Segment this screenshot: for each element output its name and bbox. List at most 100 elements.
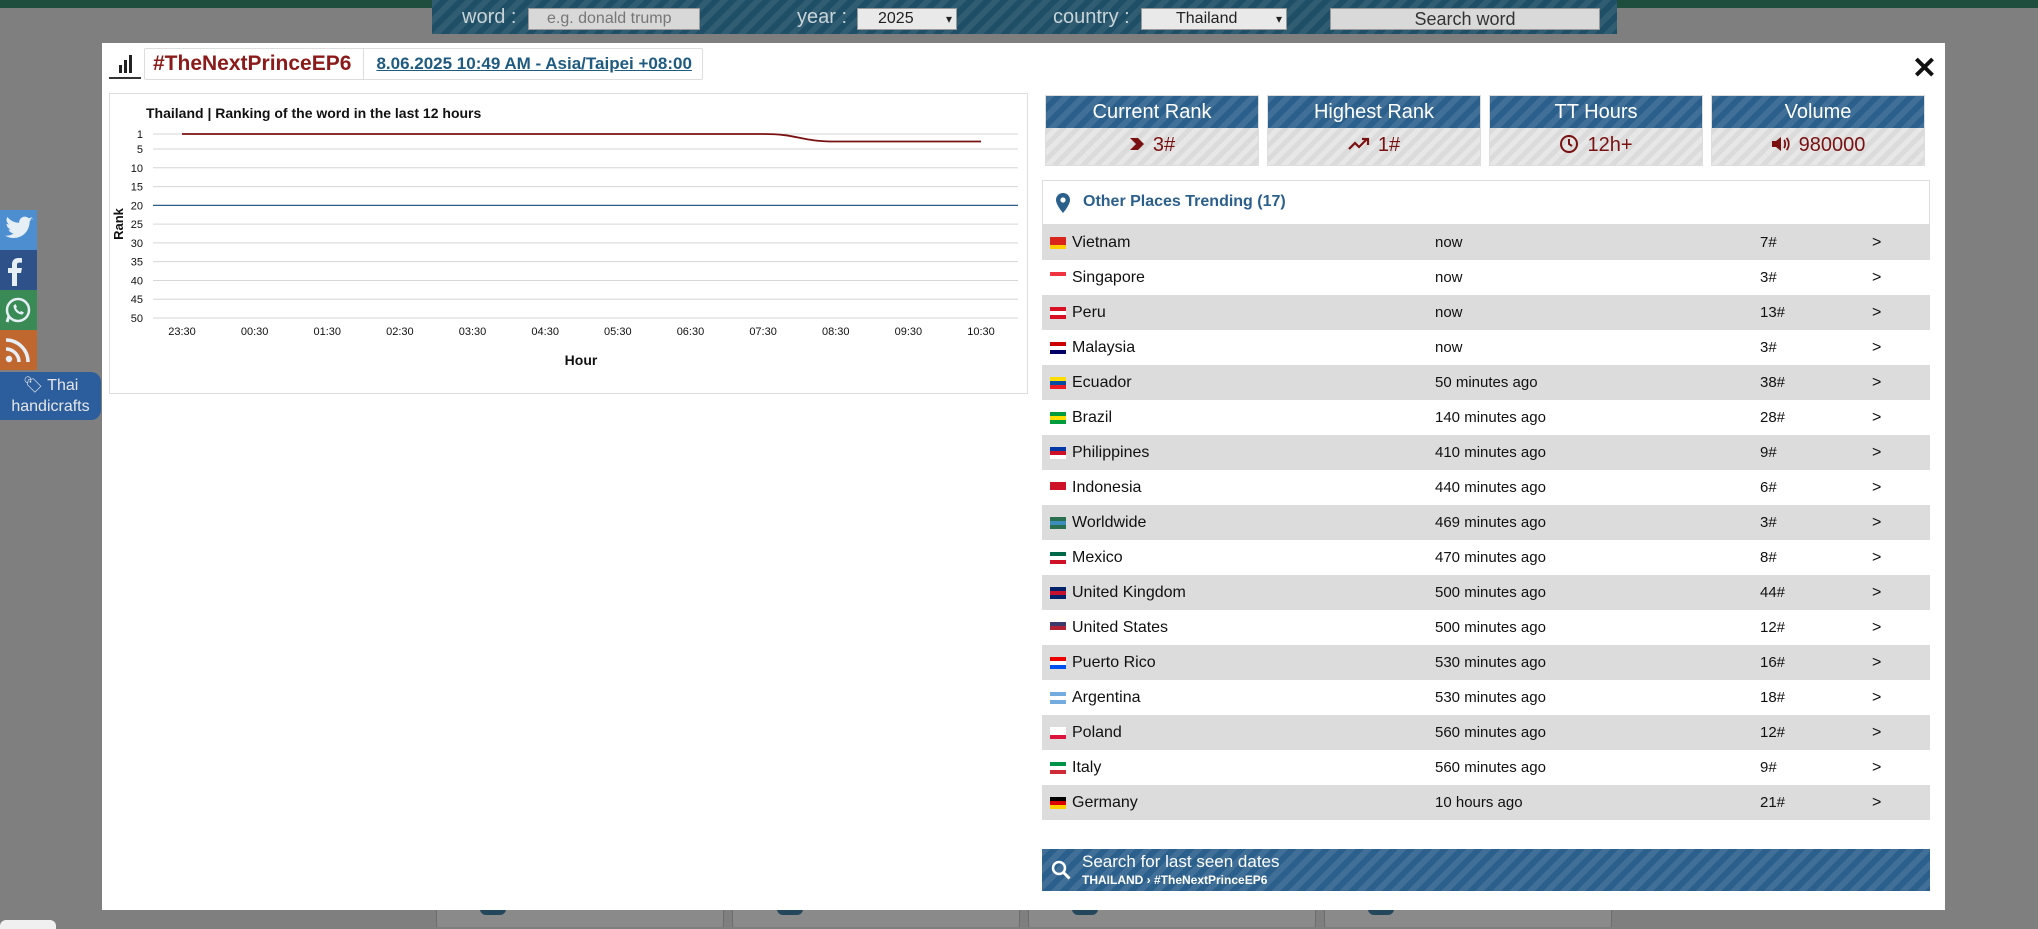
flag-icon [1050, 482, 1066, 494]
rank-value: 7# [1760, 234, 1777, 251]
stat-value-box: 12h+ [1490, 128, 1702, 165]
list-item[interactable]: United Kingdom 500 minutes ago 44# > [1042, 575, 1930, 610]
go-arrow[interactable]: > [1872, 645, 1881, 680]
country-name: United States [1072, 619, 1169, 636]
list-item[interactable]: Worldwide 469 minutes ago 3# > [1042, 505, 1930, 540]
list-item[interactable]: Poland 560 minutes ago 12# > [1042, 715, 1930, 750]
chart-tab[interactable] [109, 49, 141, 79]
facebook-icon [8, 258, 22, 286]
breadcrumb: THAILAND › #TheNextPrinceEP6 [1082, 873, 1268, 887]
country-select[interactable]: Thailand ▾ [1141, 8, 1287, 30]
date-link[interactable]: 8.06.2025 10:49 AM - Asia/Taipei +08:00 [376, 54, 691, 74]
search-last-seen-button[interactable]: Search for last seen dates THAILAND › #T… [1042, 849, 1930, 891]
stat-value-box: 3# [1046, 128, 1258, 165]
y-tick-label: 50 [131, 313, 143, 325]
go-arrow[interactable]: > [1872, 225, 1881, 260]
go-arrow[interactable]: > [1872, 750, 1881, 785]
go-arrow[interactable]: > [1872, 540, 1881, 575]
go-arrow[interactable]: > [1872, 505, 1881, 540]
go-arrow[interactable]: > [1872, 330, 1881, 365]
last-seen-time: 560 minutes ago [1435, 759, 1546, 776]
country-name: Philippines [1072, 444, 1150, 461]
list-item[interactable]: Philippines 410 minutes ago 9# > [1042, 435, 1930, 470]
go-arrow[interactable]: > [1872, 610, 1881, 645]
chevron-down-icon: ▾ [1275, 12, 1282, 26]
chart-title: Thailand | Ranking of the word in the la… [146, 105, 481, 121]
year-select[interactable]: 2025 ▾ [857, 8, 957, 30]
list-item[interactable]: Indonesia 440 minutes ago 6# > [1042, 470, 1930, 505]
list-item[interactable]: Brazil 140 minutes ago 28# > [1042, 400, 1930, 435]
list-item[interactable]: Mexico 470 minutes ago 8# > [1042, 540, 1930, 575]
twitter-button[interactable] [0, 210, 37, 250]
y-tick-label: 35 [131, 257, 143, 269]
rank-value: 12# [1760, 619, 1786, 636]
go-arrow[interactable]: > [1872, 715, 1881, 750]
x-tick-label: 06:30 [677, 326, 705, 338]
flag-icon [1050, 342, 1066, 354]
last-seen-time: 410 minutes ago [1435, 444, 1546, 461]
country-name: Germany [1072, 794, 1138, 811]
corner-widget [0, 920, 56, 929]
x-tick-label: 05:30 [604, 326, 632, 338]
flag-icon [1050, 517, 1066, 529]
stat-value-box: 980000 [1712, 128, 1924, 165]
last-seen-time: now [1435, 339, 1463, 356]
list-item[interactable]: United States 500 minutes ago 12# > [1042, 610, 1930, 645]
divider [363, 49, 365, 79]
stat-current-rank: Current Rank 3# [1045, 95, 1259, 166]
country-name: Poland [1072, 724, 1122, 741]
y-tick-label: 5 [137, 144, 143, 156]
search-word-button[interactable]: Search word [1330, 8, 1600, 30]
word-input[interactable]: e.g. donald trump [528, 8, 700, 30]
rank-value: 44# [1760, 584, 1786, 601]
flag-icon [1050, 307, 1066, 319]
list-item[interactable]: Puerto Rico 530 minutes ago 16# > [1042, 645, 1930, 680]
flag-icon [1050, 412, 1066, 424]
last-seen-time: 500 minutes ago [1435, 584, 1546, 601]
go-arrow[interactable]: > [1872, 785, 1881, 820]
go-arrow[interactable]: > [1872, 365, 1881, 400]
go-arrow[interactable]: > [1872, 470, 1881, 505]
go-arrow[interactable]: > [1872, 435, 1881, 470]
chevron-icon [1129, 137, 1144, 150]
y-tick-label: 10 [131, 163, 143, 175]
list-item[interactable]: Peru now 13# > [1042, 295, 1930, 330]
list-item[interactable]: Italy 560 minutes ago 9# > [1042, 750, 1930, 785]
list-item[interactable]: Singapore now 3# > [1042, 260, 1930, 295]
go-arrow[interactable]: > [1872, 575, 1881, 610]
stat-value: 12h+ [1587, 134, 1633, 156]
rank-value: 8# [1760, 549, 1777, 566]
list-item[interactable]: Argentina 530 minutes ago 18# > [1042, 680, 1930, 715]
country-label: country : [1053, 6, 1130, 28]
list-item[interactable]: Malaysia now 3# > [1042, 330, 1930, 365]
rank-value: 12# [1760, 724, 1786, 741]
thai-handicrafts-tag[interactable]: 🏷 Thai handicrafts [0, 372, 101, 420]
go-arrow[interactable]: > [1872, 260, 1881, 295]
map-pin-icon [1056, 193, 1070, 213]
other-places-header: Other Places Trending (17) [1042, 180, 1930, 225]
rank-chart-svg: Thailand | Ranking of the word in the la… [111, 105, 1018, 368]
last-seen-time: 500 minutes ago [1435, 619, 1546, 636]
chevron-down-icon: ▾ [945, 12, 952, 26]
last-seen-time: 10 hours ago [1435, 794, 1523, 811]
list-item[interactable]: Ecuador 50 minutes ago 38# > [1042, 365, 1930, 400]
flag-icon [1050, 797, 1066, 809]
whatsapp-button[interactable] [0, 290, 37, 330]
flag-icon [1050, 692, 1066, 704]
trend-up-icon [1348, 137, 1369, 150]
go-arrow[interactable]: > [1872, 295, 1881, 330]
country-name: Puerto Rico [1072, 654, 1156, 671]
flag-icon [1050, 237, 1066, 249]
y-tick-label: 1 [137, 129, 143, 141]
rss-button[interactable] [0, 330, 37, 370]
go-arrow[interactable]: > [1872, 400, 1881, 435]
list-item[interactable]: Germany 10 hours ago 21# > [1042, 785, 1930, 820]
last-seen-time: 140 minutes ago [1435, 409, 1546, 426]
close-icon[interactable]: ✕ [1912, 54, 1937, 84]
flag-icon [1050, 622, 1066, 634]
facebook-button[interactable] [0, 250, 37, 290]
x-tick-label: 09:30 [895, 326, 923, 338]
list-item[interactable]: Vietnam now 7# > [1042, 225, 1930, 260]
go-arrow[interactable]: > [1872, 680, 1881, 715]
flag-icon [1050, 377, 1066, 389]
